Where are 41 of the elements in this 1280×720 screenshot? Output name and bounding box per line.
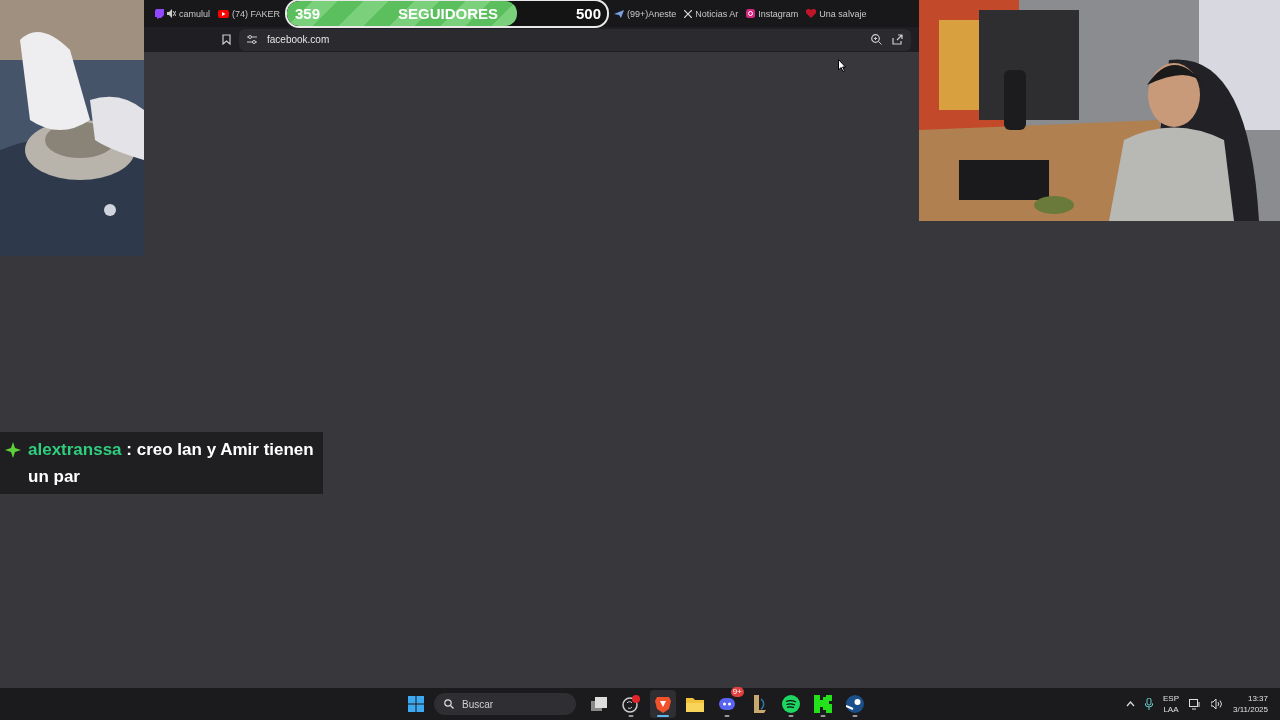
goal-target: 500 [576,5,602,22]
search-icon [444,699,454,709]
play-icon [218,9,229,18]
folder-icon [686,696,704,712]
controller-icon [718,696,736,712]
browser-tab[interactable]: (99+)Aneste [611,8,680,19]
sliders-icon [247,35,257,44]
zoom-icon[interactable] [871,34,882,45]
browser-tab[interactable]: camulul [152,8,213,19]
browser-tab[interactable]: (74) FAKER [215,8,284,19]
browser-tab[interactable]: Una salvaje [803,8,870,19]
circle-icon [622,695,640,713]
mouse-cursor-icon [838,59,846,72]
heart-icon [806,9,817,18]
goal-current: 359 [295,5,321,22]
language-indicator[interactable]: ESP LAA [1163,693,1179,715]
goal-label: SEGUIDORES [398,5,499,22]
clock[interactable]: 13:37 3/11/2025 [1233,693,1268,715]
windows-start-icon[interactable] [408,696,424,712]
sound-waves-icon [782,695,800,713]
microphone-icon [1145,698,1153,710]
browser-tab[interactable]: Noticias Ar [681,8,742,19]
x-icon [684,9,693,18]
notification-badge: 9+ [730,687,744,697]
address-bar[interactable]: facebook.com [239,28,911,51]
block-icon [814,695,832,713]
speaker-icon[interactable] [1211,699,1223,709]
url-text: facebook.com [267,34,330,45]
plane-icon [614,9,625,18]
share-icon[interactable] [892,34,903,45]
browser-tab[interactable]: Instagram [743,8,802,19]
sparkle-icon [5,442,21,458]
camera-icon [746,9,756,18]
network-icon[interactable] [1189,698,1201,710]
bookmark-icon[interactable] [222,34,231,45]
chat-message: alextranssa : creo Ian y Amir tienen un par [28,439,315,488]
windows-stack-icon [591,697,607,711]
chat-bubble-icon [155,8,164,19]
taskbar-app-button[interactable] [650,690,676,718]
search-field[interactable]: Buscar [434,693,576,715]
chevron-up-icon[interactable] [1126,701,1135,707]
